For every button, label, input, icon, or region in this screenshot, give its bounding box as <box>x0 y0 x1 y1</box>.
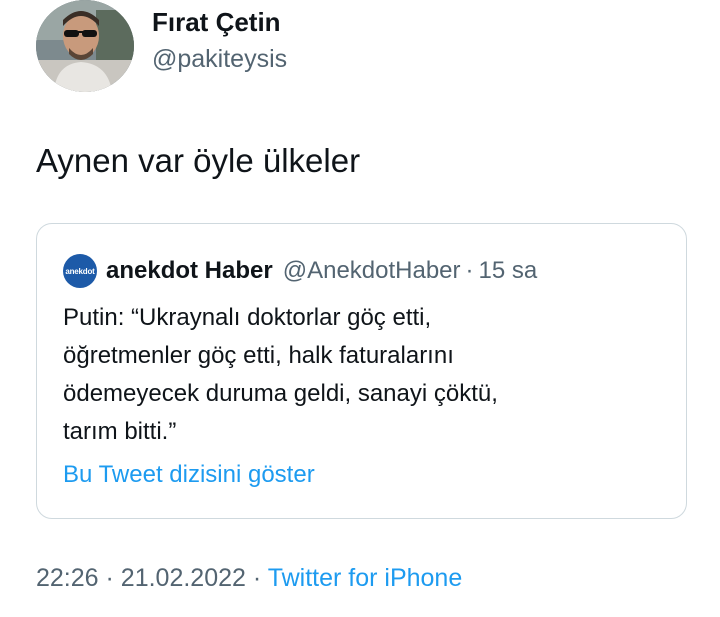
quoted-tweet-text-line: Putin: “Ukraynalı doktorlar göç etti, <box>63 304 432 331</box>
tweet-source-link[interactable]: Twitter for iPhone <box>268 564 463 592</box>
quoted-tweet-separator: · <box>465 257 474 284</box>
avatar-photo-icon <box>36 0 134 92</box>
quoted-tweet-text-line: tarım bitti.” <box>63 418 177 445</box>
quoted-tweet-handle[interactable]: @AnekdotHaber <box>283 257 461 285</box>
quoted-tweet-display-name[interactable]: anekdot Haber <box>106 257 273 285</box>
author-display-name[interactable]: Fırat Çetin <box>152 7 281 38</box>
quoted-tweet-avatar[interactable]: anekdot <box>63 254 97 288</box>
tweet-text: Aynen var öyle ülkeler <box>36 142 361 179</box>
quoted-tweet-header: anekdot anekdot Haber @AnekdotHaber · 15… <box>63 254 537 288</box>
author-avatar[interactable] <box>36 0 134 92</box>
quoted-tweet-card[interactable]: anekdot anekdot Haber @AnekdotHaber · 15… <box>36 223 687 519</box>
meta-separator: · <box>252 564 262 592</box>
meta-separator: · <box>105 564 114 592</box>
show-thread-link[interactable]: Bu Tweet dizisini göster <box>63 461 315 489</box>
tweet-date[interactable]: 21.02.2022 <box>121 564 246 592</box>
author-handle[interactable]: @pakiteysis <box>152 45 287 74</box>
quoted-tweet-text: Putin: “Ukraynalı doktorlar göç etti, öğ… <box>63 299 673 451</box>
tweet-time[interactable]: 22:26 <box>36 564 99 592</box>
quoted-tweet-time[interactable]: 15 sa <box>479 257 538 285</box>
quoted-tweet-text-line: öğretmenler göç etti, halk faturalarını <box>63 342 454 369</box>
quoted-tweet-text-line: ödemeyecek duruma geldi, sanayi çöktü, <box>63 380 498 407</box>
tweet-meta: 22:26 · 21.02.2022 · Twitter for iPhone <box>36 564 462 593</box>
tweet: Fırat Çetin @pakiteysis Aynen var öyle ü… <box>0 0 720 617</box>
